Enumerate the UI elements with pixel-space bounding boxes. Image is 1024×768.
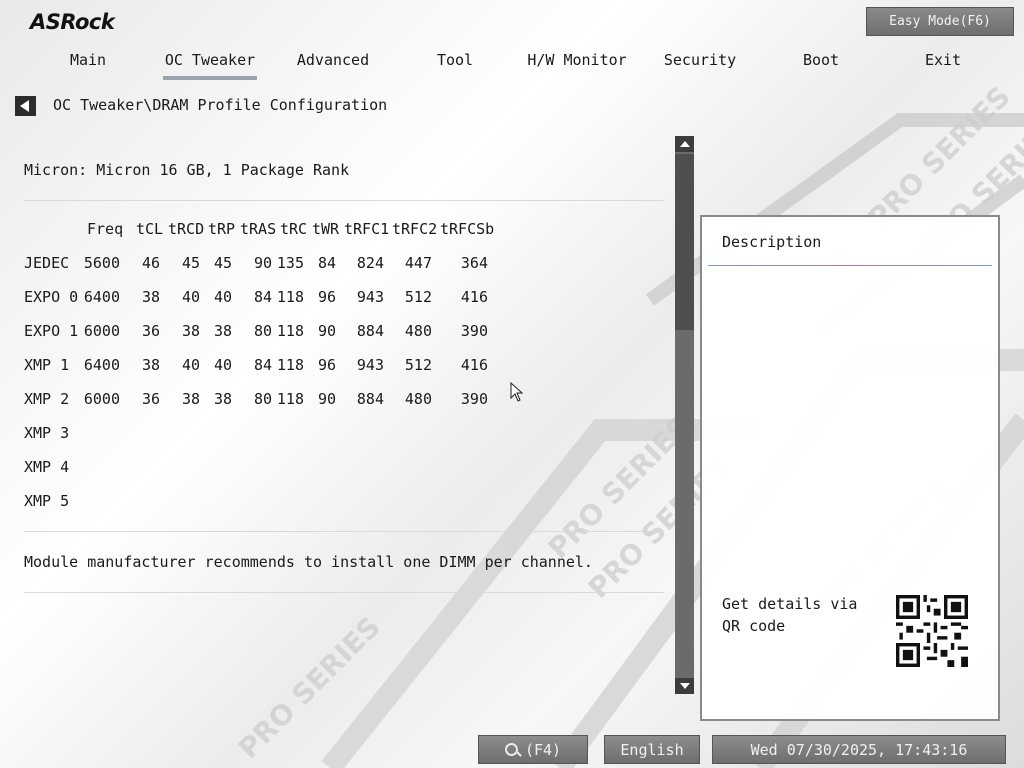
- search-button[interactable]: (F4): [478, 735, 588, 764]
- svg-text:PRO SERIES: PRO SERIES: [542, 410, 697, 565]
- divider: [24, 592, 664, 593]
- svg-text:PRO SERIES: PRO SERIES: [862, 80, 1017, 235]
- back-button[interactable]: [15, 96, 36, 116]
- search-label: (F4): [524, 741, 562, 759]
- module-note: Module manufacturer recommends to instal…: [24, 553, 593, 571]
- column-header: Freq: [87, 220, 124, 238]
- profile-label: XMP 3: [24, 424, 70, 442]
- scroll-up-arrow-icon[interactable]: [675, 136, 694, 152]
- tab-hw-monitor[interactable]: H/W Monitor: [522, 50, 632, 80]
- language-button[interactable]: English: [604, 735, 700, 764]
- scrollbar-thumb[interactable]: [675, 154, 694, 330]
- scrollbar[interactable]: [675, 136, 694, 694]
- tab-tool[interactable]: Tool: [400, 50, 510, 80]
- asrock-logo: ASRock: [30, 10, 115, 34]
- column-header: tRP: [208, 220, 236, 238]
- column-header: tWR: [312, 220, 340, 238]
- scroll-down-arrow-icon[interactable]: [675, 678, 694, 694]
- timing-value: 512: [404, 356, 432, 374]
- datetime-display: Wed 07/30/2025, 17:43:16: [712, 735, 1006, 764]
- column-header: tRFC2: [392, 220, 438, 238]
- svg-text:PRO SERIES: PRO SERIES: [232, 610, 387, 765]
- column-header: tRFCSb: [440, 220, 495, 238]
- divider: [24, 531, 664, 532]
- timing-value: 416: [460, 356, 488, 374]
- timing-value: 390: [460, 390, 488, 408]
- profile-label: XMP 5: [24, 492, 70, 510]
- easy-mode-button[interactable]: Easy Mode(F6): [866, 7, 1014, 36]
- module-info: Micron: Micron 16 GB, 1 Package Rank: [24, 161, 350, 179]
- timing-value: 447: [404, 254, 432, 272]
- mouse-cursor-icon: [510, 382, 524, 402]
- description-title: Description: [722, 233, 822, 251]
- timing-value: 364: [460, 254, 488, 272]
- tab-security[interactable]: Security: [645, 50, 755, 80]
- timing-value: 390: [460, 322, 488, 340]
- main-nav: Main OC Tweaker Advanced Tool H/W Monito…: [0, 50, 1024, 80]
- timing-value: 480: [404, 390, 432, 408]
- profile-label: XMP 4: [24, 458, 70, 476]
- tab-advanced[interactable]: Advanced: [278, 50, 388, 80]
- timing-value: 480: [404, 322, 432, 340]
- column-header: tRC: [280, 220, 308, 238]
- tab-boot[interactable]: Boot: [766, 50, 876, 80]
- qr-code-icon: [896, 595, 968, 667]
- column-header: tCL: [136, 220, 164, 238]
- divider: [708, 265, 992, 266]
- timing-value: 416: [460, 288, 488, 306]
- column-header: tRFC1: [344, 220, 390, 238]
- column-header: tRCD: [168, 220, 205, 238]
- search-icon: [504, 743, 519, 757]
- breadcrumb: OC Tweaker\DRAM Profile Configuration: [53, 96, 388, 114]
- tab-oc-tweaker[interactable]: OC Tweaker: [155, 50, 265, 80]
- divider: [24, 200, 664, 201]
- description-panel: Description Get details via QR code: [700, 215, 1000, 721]
- qr-caption: Get details via QR code: [722, 595, 858, 635]
- column-header: tRAS: [240, 220, 277, 238]
- tab-main[interactable]: Main: [33, 50, 143, 80]
- timing-value: 512: [404, 288, 432, 306]
- tab-exit[interactable]: Exit: [888, 50, 998, 80]
